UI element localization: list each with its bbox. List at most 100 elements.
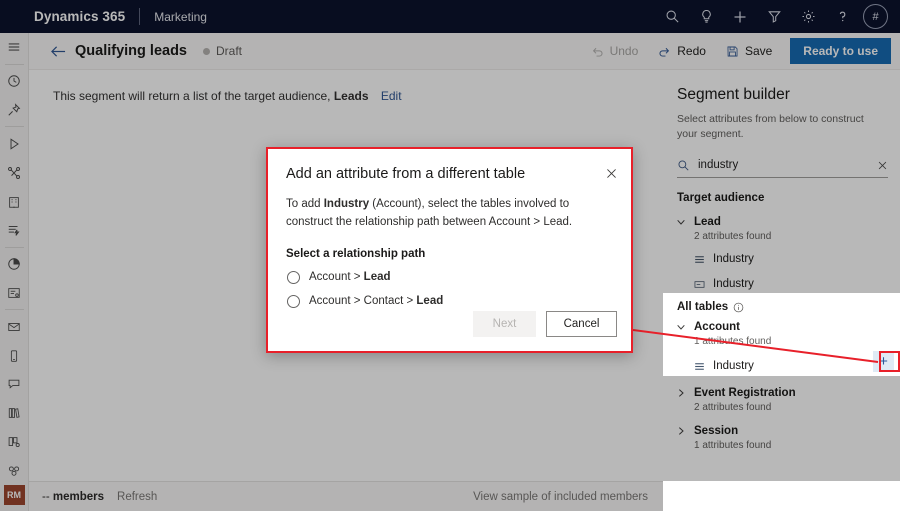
table-group-account[interactable]: Account <box>676 321 900 333</box>
left-rail: RM <box>0 33 29 511</box>
chevron-right-icon <box>676 426 687 436</box>
dialog-title: Add an attribute from a different table <box>286 166 631 182</box>
table-attribute-count: 1 attributes found <box>694 440 900 451</box>
command-bar-actions: Undo Redo Save Ready to use <box>581 38 900 65</box>
relationship-option-2[interactable]: Account > Contact > Lead <box>287 295 631 308</box>
pin-icon[interactable] <box>0 96 29 125</box>
brand-divider <box>139 8 140 25</box>
segment-builder-panel: Segment builder Select attributes from b… <box>663 70 900 481</box>
view-sample-link[interactable]: View sample of included members <box>473 491 663 503</box>
redo-icon <box>658 45 671 58</box>
chevron-right-icon <box>676 388 687 398</box>
target-audience-heading: Target audience <box>677 192 900 204</box>
undo-label: Undo <box>610 44 639 58</box>
member-count-label: members <box>53 491 104 503</box>
relationship-option-1[interactable]: Account > Lead <box>287 271 631 284</box>
cancel-button[interactable]: Cancel <box>546 311 617 337</box>
bottom-status-bar: -- members Refresh View sample of includ… <box>29 481 663 511</box>
brand-label: Dynamics 365 <box>34 9 125 24</box>
table-group-event-registration[interactable]: Event Registration <box>676 387 900 399</box>
play-icon[interactable] <box>0 129 29 158</box>
all-tables-header: All tables <box>677 301 900 313</box>
table-name: Account <box>694 321 740 333</box>
dialog-description: To add Industry (Account), select the ta… <box>286 196 597 232</box>
help-icon[interactable] <box>825 0 859 33</box>
table-attribute-count: 2 attributes found <box>694 402 900 413</box>
refresh-button[interactable]: Refresh <box>117 491 157 503</box>
attribute-name: Industry <box>713 253 754 265</box>
dialog-footer: Next Cancel <box>473 311 617 337</box>
clear-search-icon[interactable] <box>877 160 888 171</box>
save-icon <box>726 45 739 58</box>
app-name-label: Marketing <box>154 10 207 24</box>
table-name: Session <box>694 425 738 437</box>
search-input[interactable]: industry <box>698 159 869 171</box>
member-count-value: -- <box>42 491 50 503</box>
ready-to-use-button[interactable]: Ready to use <box>790 38 891 64</box>
search-icon <box>677 159 690 172</box>
search-icon[interactable] <box>655 0 689 33</box>
app-root: Dynamics 365 Marketing <box>0 0 900 511</box>
list-item[interactable]: Industry <box>694 276 900 292</box>
info-icon[interactable] <box>733 302 744 313</box>
suite-bar: Dynamics 365 Marketing <box>0 0 900 33</box>
option-2-prefix: Account > Contact > <box>309 295 416 307</box>
redo-label: Redo <box>677 44 706 58</box>
plus-icon[interactable] <box>723 0 757 33</box>
mobile-icon[interactable] <box>0 341 29 370</box>
table-attribute-count: 2 attributes found <box>694 231 900 242</box>
chevron-down-icon <box>676 322 687 332</box>
chevron-down-icon <box>676 217 687 227</box>
journey-icon[interactable] <box>0 158 29 187</box>
chat-icon[interactable] <box>0 370 29 399</box>
edit-audience-link[interactable]: Edit <box>381 89 402 103</box>
building-icon[interactable] <box>0 187 29 216</box>
undo-icon <box>591 45 604 58</box>
all-tables-section: All tables Account 1 attributes found In… <box>663 293 900 376</box>
attribute-search-box[interactable]: industry <box>677 153 888 178</box>
user-avatar[interactable]: # <box>863 4 888 29</box>
gear-icon[interactable] <box>791 0 825 33</box>
radio-button[interactable] <box>287 271 300 284</box>
rail-divider <box>5 247 24 248</box>
radio-button[interactable] <box>287 295 300 308</box>
panel-subtitle: Select attributes from below to construc… <box>677 112 886 141</box>
lightbulb-icon[interactable] <box>689 0 723 33</box>
option-set-icon <box>694 254 705 265</box>
all-tables-label: All tables <box>677 301 728 313</box>
pie-chart-icon[interactable] <box>0 250 29 279</box>
envelope-icon[interactable] <box>0 312 29 341</box>
table-attribute-count: 1 attributes found <box>694 336 900 347</box>
form-icon[interactable] <box>0 279 29 308</box>
relationship-path-label: Select a relationship path <box>286 248 631 260</box>
rail-user-avatar[interactable]: RM <box>4 485 25 505</box>
list-bolt-icon[interactable] <box>0 216 29 245</box>
list-item[interactable]: Industry <box>694 251 900 267</box>
back-arrow-icon[interactable] <box>43 33 73 70</box>
save-button[interactable]: Save <box>716 38 782 65</box>
segments-icon[interactable] <box>0 457 29 486</box>
option-2-target: Lead <box>416 295 443 307</box>
canvas-note-text: This segment will return a list of the t… <box>53 89 330 103</box>
page-title: Qualifying leads <box>75 43 187 59</box>
undo-button[interactable]: Undo <box>581 38 649 65</box>
table-group-session[interactable]: Session <box>676 425 900 437</box>
command-bar: Qualifying leads Draft Undo Redo <box>29 33 900 70</box>
table-name: Lead <box>694 216 721 228</box>
grid-settings-icon[interactable] <box>0 428 29 457</box>
clock-recent-icon[interactable] <box>0 67 29 96</box>
hamburger-icon[interactable] <box>0 33 29 62</box>
text-field-icon <box>694 279 705 290</box>
redo-button[interactable]: Redo <box>648 38 716 65</box>
close-icon[interactable] <box>605 167 618 180</box>
filter-icon[interactable] <box>757 0 791 33</box>
save-label: Save <box>745 44 772 58</box>
list-item-account-industry[interactable]: Industry <box>694 358 900 374</box>
option-set-icon <box>694 361 705 372</box>
canvas-note: This segment will return a list of the t… <box>53 89 402 103</box>
next-button[interactable]: Next <box>473 311 536 337</box>
library-icon[interactable] <box>0 399 29 428</box>
relationship-option-2-label: Account > Contact > Lead <box>309 295 443 307</box>
table-group-lead[interactable]: Lead <box>676 216 900 228</box>
add-attribute-dialog: Add an attribute from a different table … <box>266 147 633 353</box>
